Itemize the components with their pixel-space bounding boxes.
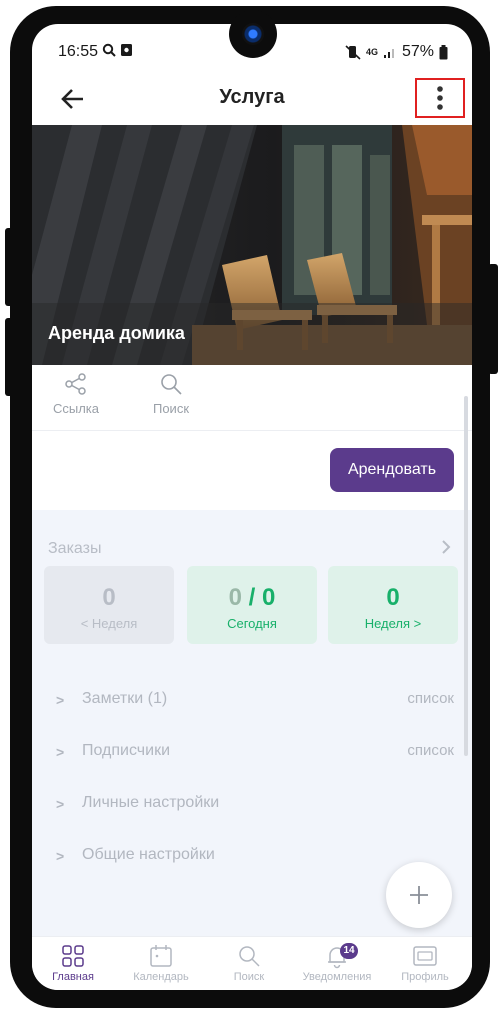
- orders-next-week-count: 0: [386, 584, 400, 611]
- mute-vibrate-icon: [345, 45, 361, 60]
- nav-calendar-label: Календарь: [133, 971, 189, 983]
- nav-search-label: Поиск: [233, 971, 265, 983]
- orders-today-new: 0: [262, 584, 276, 611]
- notes-list-link[interactable]: список: [407, 690, 454, 707]
- nav-calendar[interactable]: Календарь: [120, 943, 202, 983]
- status-system-icons: 4G 57%: [345, 43, 448, 61]
- nav-profile-label: Профиль: [401, 971, 449, 983]
- nav-home-label: Главная: [52, 971, 94, 983]
- share-icon: [65, 373, 86, 395]
- chevron-right-icon: >: [56, 692, 65, 708]
- orders-previous-week-count: 0: [102, 584, 116, 611]
- share-link-label: Ссылка: [52, 401, 100, 416]
- orders-today-separator: /: [248, 584, 256, 611]
- app-status-icon: [121, 44, 132, 56]
- notifications-badge: 14: [340, 943, 358, 959]
- chevron-right-icon: >: [56, 848, 65, 864]
- orders-previous-week[interactable]: 0 < Неделя: [44, 566, 174, 644]
- scrollbar[interactable]: [464, 396, 468, 756]
- menu-item-notes[interactable]: > Заметки (1) список: [56, 690, 454, 720]
- general-settings-label: Общие настройки: [82, 846, 215, 863]
- chevron-right-icon: >: [56, 796, 65, 812]
- chevron-right-icon: >: [56, 744, 65, 760]
- search-icon: [161, 374, 182, 395]
- share-link-button[interactable]: Ссылка: [46, 371, 106, 416]
- calendar-icon: [150, 945, 172, 967]
- signal-icon: [383, 49, 394, 58]
- subscribers-list-link[interactable]: список: [407, 742, 454, 759]
- orders-title: Заказы: [48, 540, 102, 557]
- profile-card-icon: [413, 946, 437, 966]
- grid-icon: [62, 945, 84, 967]
- search-icon: [239, 946, 260, 967]
- subscribers-label: Подписчики: [82, 742, 171, 759]
- network-type: 4G: [365, 46, 378, 57]
- notes-label: Заметки (1): [82, 690, 168, 707]
- page-title: Услуга: [219, 86, 285, 108]
- nav-notifications-label: Уведомления: [302, 971, 372, 983]
- search-action-label: Поиск: [152, 401, 190, 416]
- more-vertical-icon: [437, 86, 443, 110]
- battery-icon: [439, 44, 448, 59]
- screen: 16:55 4G 57% Услуга Аренда домика Ссылка…: [32, 24, 472, 990]
- battery-percent: 57%: [401, 43, 434, 60]
- quick-actions: Ссылка Поиск: [32, 365, 472, 431]
- front-camera: [229, 10, 277, 58]
- orders-header[interactable]: Заказы: [48, 540, 452, 558]
- rent-button[interactable]: Арендовать: [330, 448, 454, 492]
- orders-next-week-label: Неделя >: [364, 616, 422, 631]
- status-time: 16:55: [58, 43, 99, 60]
- more-options-button[interactable]: [415, 78, 465, 118]
- chevron-right-icon: [442, 540, 451, 554]
- service-cover-image: Аренда домика: [32, 125, 472, 365]
- menu-item-subscribers[interactable]: > Подписчики список: [56, 742, 454, 772]
- orders-previous-week-label: < Неделя: [80, 616, 138, 631]
- service-name: Аренда домика: [32, 303, 472, 365]
- orders-today[interactable]: 0 / 0 Сегодня: [187, 566, 317, 644]
- power-button: [5, 318, 15, 396]
- orders-today-total: 0: [228, 584, 242, 611]
- orders-next-week[interactable]: 0 Неделя >: [328, 566, 458, 644]
- orders-today-label: Сегодня: [227, 616, 277, 631]
- nav-profile[interactable]: Профиль: [384, 943, 466, 983]
- bottom-navigation: Главная Календарь Поиск 14 Уведомления П…: [32, 936, 472, 990]
- nav-notifications[interactable]: 14 Уведомления: [296, 943, 378, 983]
- side-key: [488, 264, 498, 374]
- add-button[interactable]: [386, 862, 452, 928]
- nav-home[interactable]: Главная: [32, 943, 114, 983]
- status-notification-icons: [102, 43, 133, 57]
- orders-today-count: 0 / 0: [187, 584, 317, 612]
- app-bar: Услуга: [32, 76, 472, 124]
- plus-icon: [410, 886, 428, 904]
- personal-settings-label: Личные настройки: [82, 794, 220, 811]
- search-status-icon: [102, 43, 116, 57]
- nav-search[interactable]: Поиск: [208, 943, 290, 983]
- volume-button: [5, 228, 15, 306]
- search-action-button[interactable]: Поиск: [141, 371, 201, 416]
- menu-item-personal-settings[interactable]: > Личные настройки: [56, 794, 454, 824]
